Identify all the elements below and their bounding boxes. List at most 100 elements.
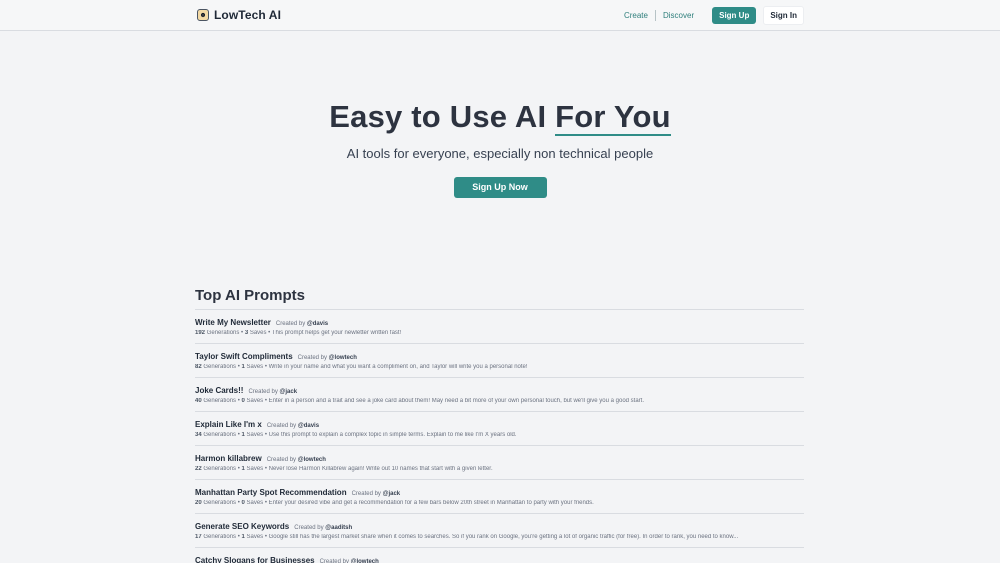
- prompt-head: Manhattan Party Spot Recommendation Creat…: [195, 488, 804, 497]
- generations-label: Generations: [203, 466, 237, 472]
- prompt-name[interactable]: Catchy Slogans for Businesses: [195, 556, 315, 563]
- prompt-meta: 34 Generations • 1 Saves • Use this prom…: [195, 432, 517, 438]
- prompt-author: Created by @lowtech: [320, 559, 379, 563]
- create-link[interactable]: Create: [617, 11, 655, 20]
- author-handle[interactable]: @davis: [298, 423, 319, 429]
- sign-up-button[interactable]: Sign Up: [712, 6, 757, 24]
- saves-label: Saves: [246, 432, 264, 438]
- generations-label: Generations: [206, 330, 240, 336]
- top-prompts-section: Top AI Prompts Write My Newsletter Create…: [195, 287, 804, 563]
- navbar: ☻ LowTech AI Create Discover Sign Up Sig…: [0, 0, 1000, 31]
- author-handle[interactable]: @aaditsh: [325, 525, 352, 531]
- saves-label: Saves: [246, 534, 264, 540]
- prompt-meta: 192 Generations • 3 Saves • This prompt …: [195, 330, 402, 336]
- prompt-row[interactable]: Explain Like I'm x Created by @davis 34 Ge…: [195, 412, 804, 446]
- discover-link[interactable]: Discover: [656, 11, 701, 20]
- prompt-author: Created by @jack: [248, 389, 297, 395]
- generations-label: Generations: [203, 398, 237, 404]
- prompt-row[interactable]: Taylor Swift Compliments Created by @lowt…: [195, 344, 804, 378]
- author-handle[interactable]: @lowtech: [329, 355, 357, 361]
- created-by-label: Created by: [297, 355, 327, 361]
- prompt-author: Created by @jack: [352, 491, 401, 497]
- prompt-head: Catchy Slogans for Businesses Created by …: [195, 556, 804, 563]
- prompt-description: Write in your name and what you want a c…: [268, 364, 528, 370]
- created-by-label: Created by: [319, 559, 349, 563]
- generation-count: 20: [195, 500, 202, 506]
- save-count: 1: [241, 466, 245, 472]
- created-by-label: Created by: [294, 525, 324, 531]
- prompt-meta: 40 Generations • 0 Saves • Enter in a pe…: [195, 398, 644, 404]
- prompt-row[interactable]: Generate SEO Keywords Created by @aaditsh…: [195, 514, 804, 548]
- hero-title-main: Easy to Use AI: [329, 99, 556, 134]
- saves-label: Saves: [246, 466, 264, 472]
- author-handle[interactable]: @lowtech: [351, 559, 379, 563]
- prompt-author: Created by @lowtech: [298, 355, 357, 361]
- save-count: 3: [244, 330, 249, 336]
- saves-label: Saves: [246, 398, 264, 404]
- prompt-row[interactable]: Harmon killabrew Created by @lowtech 22 Ge…: [195, 446, 804, 480]
- prompt-meta: 22 Generations • 1 Saves • Never lose Ha…: [195, 466, 493, 472]
- save-count: 1: [241, 364, 245, 370]
- prompt-head: Write My Newsletter Created by @davis: [195, 318, 804, 327]
- sign-in-button[interactable]: Sign In: [763, 5, 804, 25]
- hero-subtitle: AI tools for everyone, especially non te…: [346, 146, 654, 161]
- prompt-meta: 20 Generations • 0 Saves • Enter your de…: [195, 500, 594, 506]
- prompt-description: This prompt helps get your newletter wri…: [271, 330, 402, 336]
- created-by-label: Created by: [248, 389, 278, 395]
- prompt-meta: 82 Generations • 1 Saves • Write in your…: [195, 364, 528, 370]
- sign-up-now-button[interactable]: Sign Up Now: [453, 177, 547, 198]
- saves-label: Saves: [246, 364, 264, 370]
- prompt-row[interactable]: Joke Cards!! Created by @jack 40 Generatio…: [195, 378, 804, 412]
- prompt-name[interactable]: Manhattan Party Spot Recommendation: [195, 488, 347, 497]
- brand-name[interactable]: LowTech AI: [214, 8, 281, 22]
- prompt-description: Never lose Harmon Killabrew again! Write…: [268, 466, 493, 472]
- hero: Easy to Use AI For You AI tools for ever…: [0, 31, 1000, 198]
- generation-count: 40: [195, 398, 202, 404]
- prompt-name[interactable]: Joke Cards!!: [195, 386, 243, 395]
- prompt-name[interactable]: Harmon killabrew: [195, 454, 262, 463]
- created-by-label: Created by: [275, 321, 306, 327]
- saves-label: Saves: [246, 500, 264, 506]
- brand[interactable]: ☻ LowTech AI: [197, 8, 281, 22]
- generations-label: Generations: [203, 364, 237, 370]
- prompt-head: Joke Cards!! Created by @jack: [195, 386, 804, 395]
- hero-title: Easy to Use AI For You: [0, 98, 1000, 136]
- prompt-name[interactable]: Taylor Swift Compliments: [195, 352, 293, 361]
- prompt-name[interactable]: Explain Like I'm x: [195, 420, 262, 429]
- prompt-description: Enter your desired vibe and get a recomm…: [268, 500, 594, 506]
- generations-label: Generations: [203, 534, 237, 540]
- prompt-name[interactable]: Generate SEO Keywords: [195, 522, 289, 531]
- prompt-description: Enter in a person and a trait and see a …: [268, 398, 644, 404]
- prompt-head: Taylor Swift Compliments Created by @lowt…: [195, 352, 804, 361]
- created-by-label: Created by: [351, 491, 381, 497]
- hero-title-highlight: For You: [555, 99, 671, 136]
- prompt-row[interactable]: Catchy Slogans for Businesses Created by …: [195, 548, 804, 563]
- save-count: 0: [241, 500, 245, 506]
- generations-label: Generations: [203, 500, 237, 506]
- prompt-description: Use this prompt to explain a complex top…: [268, 432, 517, 438]
- prompt-author: Created by @davis: [267, 423, 319, 429]
- section-title: Top AI Prompts: [195, 287, 804, 310]
- prompt-row[interactable]: Manhattan Party Spot Recommendation Creat…: [195, 480, 804, 514]
- generation-count: 17: [195, 534, 202, 540]
- prompt-description: Google still has the largest market shar…: [268, 534, 739, 540]
- prompt-author: Created by @davis: [276, 321, 328, 327]
- generations-label: Generations: [203, 432, 237, 438]
- prompt-meta: 17 Generations • 1 Saves • Google still …: [195, 534, 739, 540]
- author-handle[interactable]: @lowtech: [298, 457, 326, 463]
- saves-label: Saves: [249, 330, 267, 336]
- prompt-row[interactable]: Write My Newsletter Created by @davis 192 …: [195, 310, 804, 344]
- generation-count: 82: [195, 364, 202, 370]
- prompt-head: Explain Like I'm x Created by @davis: [195, 420, 804, 429]
- prompt-name[interactable]: Write My Newsletter: [195, 318, 271, 327]
- generation-count: 22: [195, 466, 202, 472]
- prompt-list: Write My Newsletter Created by @davis 192 …: [195, 310, 804, 563]
- save-count: 1: [241, 534, 245, 540]
- author-handle[interactable]: @jack: [280, 389, 298, 395]
- created-by-label: Created by: [266, 457, 297, 463]
- prompt-author: Created by @lowtech: [267, 457, 326, 463]
- author-handle[interactable]: @jack: [383, 491, 401, 497]
- created-by-label: Created by: [266, 423, 297, 429]
- author-handle[interactable]: @davis: [307, 321, 328, 327]
- prompt-author: Created by @aaditsh: [294, 525, 352, 531]
